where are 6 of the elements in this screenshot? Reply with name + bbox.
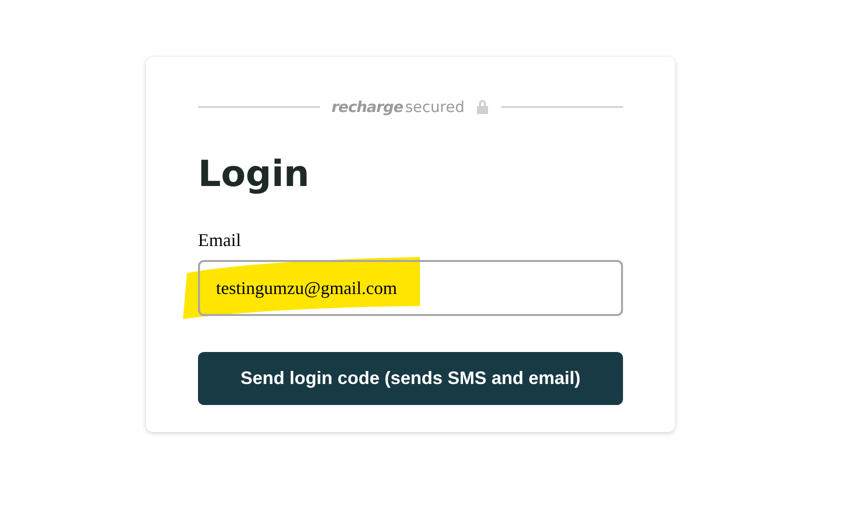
login-title: Login — [198, 153, 310, 197]
lock-icon — [476, 99, 490, 115]
email-label: Email — [198, 229, 241, 251]
email-field[interactable]: testingumzu@gmail.com — [198, 260, 623, 316]
send-code-button[interactable]: Send login code (sends SMS and email) — [198, 352, 623, 405]
brand-logo: rechargesecured — [332, 98, 464, 116]
